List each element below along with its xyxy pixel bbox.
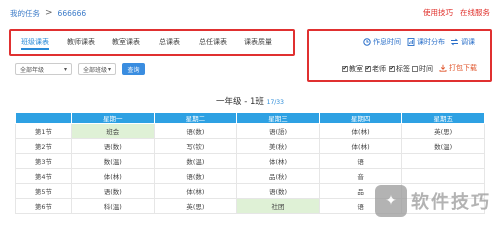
course-cell[interactable]: 数(温) — [153, 153, 238, 169]
rest-time-button[interactable]: 作息时间 — [363, 37, 401, 47]
course-cell[interactable]: 语(語) — [236, 123, 320, 139]
course-cell[interactable]: 写(钦) — [153, 138, 238, 154]
schedule-tabs: 班级课表 教师课表 教室课表 总课表 总任课表 课表质量 — [9, 29, 295, 56]
course-cell[interactable]: 语(数) — [153, 168, 238, 184]
top-links: 使用技巧 在线服务 — [423, 7, 490, 18]
period-cell: 第1节 — [15, 123, 72, 139]
schedule-progress: 17/33 — [266, 99, 284, 106]
swap-icon — [450, 38, 459, 46]
grade-select-value: 全部年级 — [20, 66, 45, 74]
course-distribution-button[interactable]: 课时分布 — [407, 37, 445, 47]
schedule-title: 一年级 - 1班 17/33 — [0, 95, 500, 107]
tab-schedule-quality[interactable]: 课表质量 — [244, 37, 272, 47]
course-cell[interactable]: 数(温) — [401, 138, 485, 154]
course-cell[interactable]: 班会 — [71, 123, 155, 139]
course-cell[interactable]: 科(温) — [71, 198, 155, 214]
tab-total-schedule[interactable]: 总课表 — [159, 37, 180, 47]
watermark-logo-icon: ✦ — [375, 185, 407, 217]
table-row: 第1节 班会 语(数) 语(語) 体(林) 英(思) — [15, 123, 485, 139]
checkbox-time-label: 时间 — [419, 65, 433, 73]
course-cell[interactable]: 社团 — [236, 198, 320, 214]
course-cell[interactable]: 美(秋) — [236, 138, 320, 154]
course-cell[interactable]: 体(林) — [153, 183, 238, 199]
schedule-title-text: 一年级 - 1班 — [216, 97, 264, 107]
checkbox-teacher[interactable]: ✔ 老师 — [365, 64, 386, 74]
tab-total-teaching-schedule[interactable]: 总任课表 — [199, 37, 227, 47]
checkbox-classroom[interactable]: ✔ 教室 — [342, 64, 363, 74]
checkbox-time-box[interactable] — [412, 66, 418, 72]
breadcrumb: 我的任务 > 666666 — [10, 7, 86, 19]
breadcrumb-current: 666666 — [57, 8, 87, 18]
query-button[interactable]: 查询 — [122, 63, 145, 75]
chevron-down-icon: ▾ — [107, 65, 111, 73]
course-cell[interactable]: 语(数) — [153, 123, 238, 139]
checkbox-tag[interactable]: ✔ 标签 — [389, 64, 410, 74]
course-cell[interactable] — [401, 168, 485, 184]
watermark-text: 软件技巧 — [411, 192, 491, 213]
header-day: 星期四 — [318, 112, 403, 124]
filter-bar: 全部年级 ▾ 全部班级 ▾ 查询 — [15, 63, 145, 75]
course-cell[interactable]: 体(林) — [236, 153, 320, 169]
package-download-button[interactable]: 打包下载 — [439, 63, 477, 73]
checkbox-teacher-label: 老师 — [372, 65, 386, 73]
header-period — [15, 112, 72, 124]
course-cell[interactable]: 英(思) — [401, 123, 485, 139]
document-chart-icon — [407, 38, 415, 46]
course-distribution-label: 课时分布 — [417, 38, 445, 46]
header-day: 星期三 — [236, 112, 320, 124]
course-cell[interactable]: 体(林) — [318, 138, 403, 154]
checkbox-tag-box[interactable]: ✔ — [389, 66, 395, 72]
course-cell[interactable]: 英(思) — [153, 198, 238, 214]
header-day: 星期二 — [153, 112, 238, 124]
course-cell[interactable]: 体(林) — [318, 123, 403, 139]
table-row: 第3节 数(温) 数(温) 体(林) 语 — [15, 153, 485, 169]
class-select[interactable]: 全部班级 ▾ — [78, 63, 116, 75]
course-cell[interactable]: 音 — [318, 168, 403, 184]
class-select-value: 全部班级 — [83, 66, 108, 74]
period-cell: 第4节 — [15, 168, 72, 184]
download-icon — [439, 64, 447, 72]
breadcrumb-root-link[interactable]: 我的任务 — [10, 8, 40, 19]
schedule-header-row: 星期一 星期二 星期三 星期四 星期五 — [15, 112, 485, 124]
clock-icon — [363, 38, 371, 46]
tab-class-schedule[interactable]: 班级课表 — [21, 37, 49, 47]
tab-classroom-schedule[interactable]: 教室课表 — [112, 37, 140, 47]
course-cell[interactable]: 语(数) — [71, 183, 155, 199]
watermark: ✦ 软件技巧 — [375, 185, 491, 217]
course-cell[interactable]: 语(数) — [236, 183, 320, 199]
course-cell[interactable] — [401, 153, 485, 169]
period-cell: 第3节 — [15, 153, 72, 169]
checkbox-teacher-box[interactable]: ✔ — [365, 66, 371, 72]
course-cell[interactable]: 体(林) — [71, 168, 155, 184]
active-tab-indicator — [21, 48, 49, 50]
rest-time-label: 作息时间 — [373, 38, 401, 46]
table-row: 第2节 语(数) 写(钦) 美(秋) 体(林) 数(温) — [15, 138, 485, 154]
table-row: 第4节 体(林) 语(数) 品(秋) 音 — [15, 168, 485, 184]
package-download-label: 打包下载 — [449, 64, 477, 72]
course-cell[interactable]: 品(秋) — [236, 168, 320, 184]
checkbox-tag-label: 标签 — [396, 65, 410, 73]
header-day: 星期一 — [71, 112, 155, 124]
action-panel: 作息时间 课时分布 调课 ✔ 教室 ✔ 老师 ✔ 标签 时间 打包下载 — [307, 29, 492, 82]
period-cell: 第6节 — [15, 198, 72, 214]
period-cell: 第5节 — [15, 183, 72, 199]
adjust-course-label: 调课 — [461, 38, 475, 46]
adjust-course-button[interactable]: 调课 — [450, 37, 475, 47]
checkbox-classroom-label: 教室 — [349, 65, 363, 73]
checkbox-time[interactable]: 时间 — [412, 64, 433, 74]
period-cell: 第2节 — [15, 138, 72, 154]
online-service-link[interactable]: 在线服务 — [460, 7, 490, 18]
grade-select[interactable]: 全部年级 ▾ — [15, 63, 72, 75]
usage-tips-link[interactable]: 使用技巧 — [423, 7, 453, 18]
breadcrumb-separator: > — [45, 7, 53, 18]
chevron-down-icon: ▾ — [63, 65, 67, 73]
checkbox-classroom-box[interactable]: ✔ — [342, 66, 348, 72]
course-cell[interactable]: 数(温) — [71, 153, 155, 169]
header-day: 星期五 — [401, 112, 485, 124]
course-cell[interactable]: 语 — [318, 153, 403, 169]
course-cell[interactable]: 语(数) — [71, 138, 155, 154]
tab-teacher-schedule[interactable]: 教师课表 — [67, 37, 95, 47]
